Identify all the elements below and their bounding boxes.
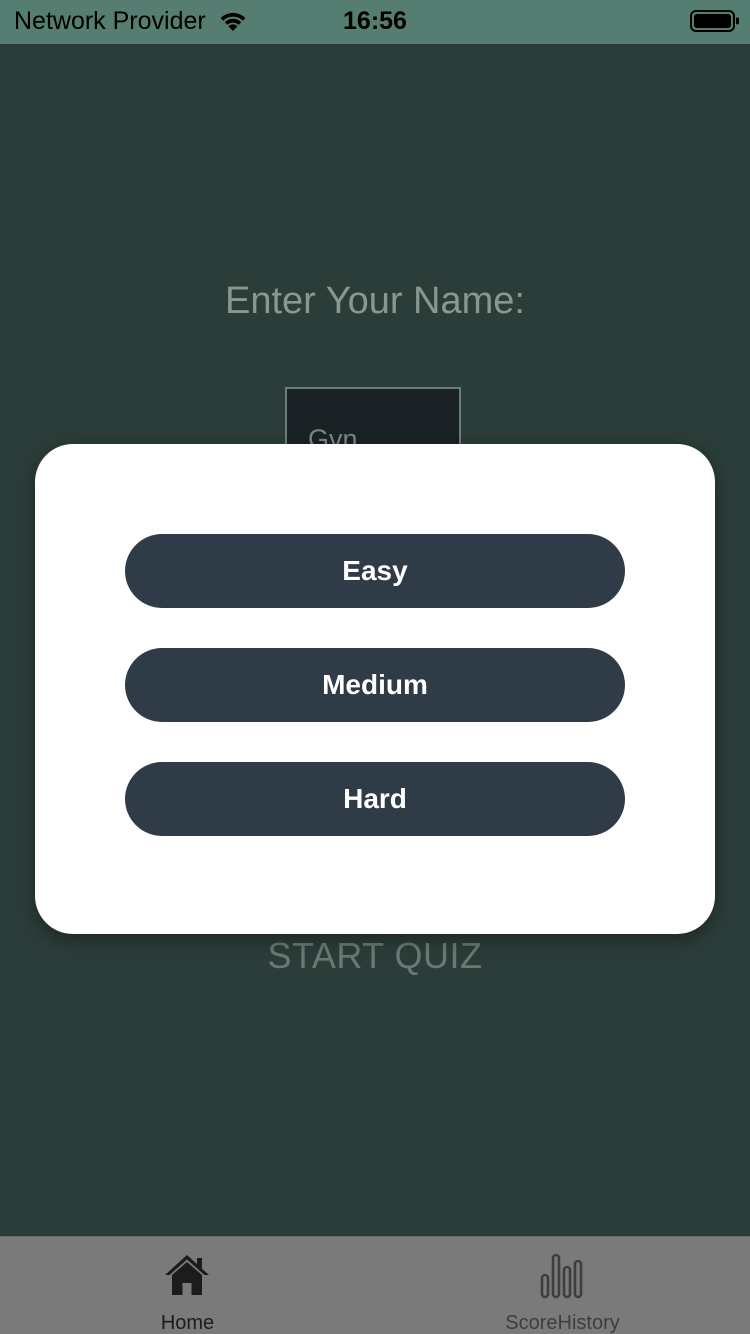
battery-icon bbox=[690, 10, 739, 32]
tab-home-label: Home bbox=[160, 1312, 215, 1334]
tab-score-history[interactable]: ScoreHistory bbox=[375, 1237, 750, 1334]
status-bar: Network Provider 16:56 bbox=[0, 0, 750, 44]
name-prompt: Enter Your Name: bbox=[225, 280, 525, 322]
bar-chart-icon bbox=[540, 1253, 583, 1299]
hard-button[interactable]: Hard bbox=[125, 762, 625, 836]
tab-score-history-label: ScoreHistory bbox=[505, 1312, 620, 1334]
medium-button[interactable]: Medium bbox=[125, 648, 625, 722]
tab-bar: Home ScoreHistory bbox=[0, 1236, 750, 1334]
difficulty-modal: Easy Medium Hard bbox=[35, 444, 715, 934]
home-icon bbox=[165, 1255, 209, 1295]
status-time: 16:56 bbox=[343, 7, 407, 35]
easy-button[interactable]: Easy bbox=[125, 534, 625, 608]
start-quiz-button[interactable]: START QUIZ bbox=[0, 934, 750, 978]
tab-home[interactable]: Home bbox=[0, 1237, 375, 1334]
quiz-home-screen: Network Provider 16:56 Enter Your Name: … bbox=[0, 0, 750, 1334]
